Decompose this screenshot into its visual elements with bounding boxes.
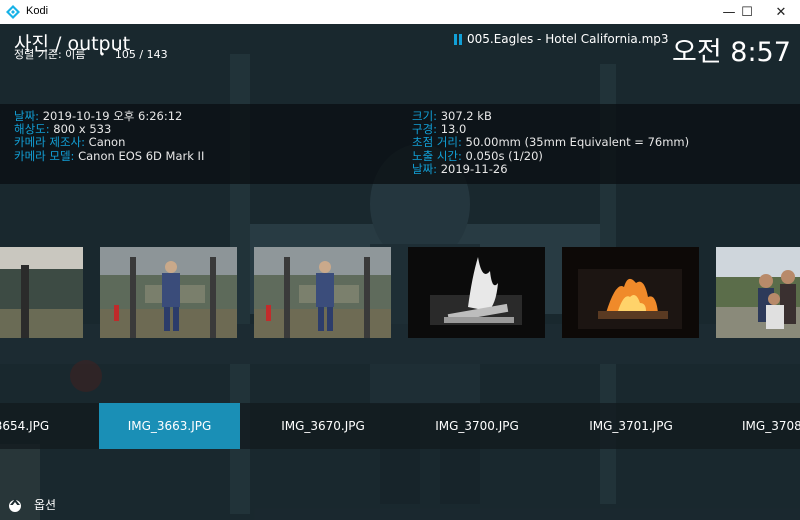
picture-info-panel: 날짜: 2019-10-19 오후 6:26:12 해상도: 800 x 533…	[0, 104, 800, 184]
clock: 오전 8:57	[672, 37, 791, 68]
kodi-logo-icon	[6, 5, 20, 19]
item-position: 105 / 143	[114, 48, 168, 61]
info-row: 카메라 모델: Canon EOS 6D Mark II	[14, 148, 205, 163]
thumbnail-row	[0, 247, 800, 339]
kodi-pictures-view: 사진 / output 정렬 기준: 이름 • 105 / 143 005.Ea…	[0, 24, 800, 520]
now-playing[interactable]: 005.Eagles - Hotel California.mp3	[454, 32, 669, 46]
sort-info: 정렬 기준: 이름 • 105 / 143	[14, 46, 168, 62]
list-item[interactable]: IMG_3700.JPG	[400, 403, 554, 449]
now-playing-title: 005.Eagles - Hotel California.mp3	[467, 32, 669, 46]
info-row: 날짜: 2019-11-26	[412, 161, 508, 176]
thumbnail[interactable]	[0, 247, 83, 338]
close-button[interactable]: ✕	[764, 0, 798, 24]
options-label: 옵션	[34, 498, 57, 512]
info-right-column: 크기: 307.2 kB 구경: 13.0 초점 거리: 50.00mm (35…	[412, 109, 689, 176]
window-title: Kodi	[26, 5, 49, 17]
window-titlebar: Kodi — ☐ ✕	[0, 0, 800, 25]
options-button[interactable]: 옵션	[8, 496, 56, 513]
thumbnail[interactable]	[100, 247, 237, 338]
list-item[interactable]: IMG_3701.JPG	[554, 403, 708, 449]
thumbnail[interactable]	[408, 247, 545, 338]
thumbnail[interactable]	[562, 247, 699, 338]
list-item-selected[interactable]: IMG_3663.JPG	[99, 403, 240, 449]
thumbnail[interactable]	[254, 247, 391, 338]
sort-label: 정렬 기준: 이름	[14, 48, 86, 61]
separator-bullet: •	[98, 48, 106, 61]
maximize-button[interactable]: ☐	[730, 0, 764, 24]
options-icon	[9, 498, 21, 512]
list-item[interactable]: IMG_3670.JPG	[240, 403, 406, 449]
pause-icon	[454, 33, 463, 45]
thumbnail[interactable]	[716, 247, 800, 338]
list-item[interactable]: IMG_3708	[708, 403, 800, 449]
filename-list: 3654.JPG IMG_3663.JPG IMG_3670.JPG IMG_3…	[0, 403, 800, 449]
info-left-column: 날짜: 2019-10-19 오후 6:26:12 해상도: 800 x 533…	[14, 109, 205, 163]
list-item[interactable]: 3654.JPG	[0, 403, 99, 449]
